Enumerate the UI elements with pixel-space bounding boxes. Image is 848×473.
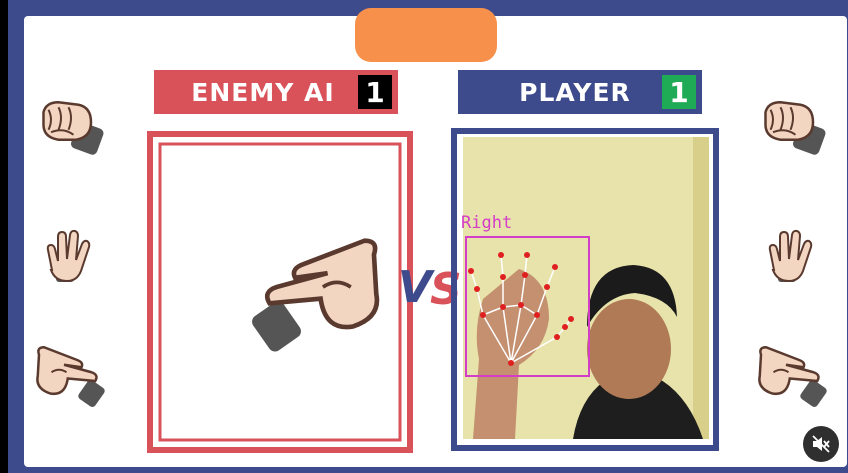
left-open-palm-icon [46, 229, 91, 283]
player-name: PLAYER [519, 77, 631, 107]
player-name-bar: PLAYER 1 [458, 70, 702, 114]
peace-sign-hand-icon [234, 236, 384, 352]
round-timer-pill [355, 8, 497, 62]
right-peace-sign-icon [758, 346, 830, 408]
webcam-feed [463, 137, 709, 439]
game-board [8, 0, 848, 473]
hand-label: Right [461, 213, 513, 233]
enemy-score: 1 [358, 75, 392, 109]
right-fist-icon [764, 101, 829, 158]
right-open-palm-icon [768, 229, 813, 283]
speaker-muted-icon [812, 435, 830, 453]
left-fist-icon [42, 101, 107, 158]
webcam-scene [463, 137, 709, 439]
player-score: 1 [662, 75, 696, 109]
enemy-name: ENEMY AI [191, 77, 335, 107]
left-peace-sign-icon [36, 346, 108, 408]
mute-button[interactable] [803, 426, 839, 462]
enemy-name-bar: ENEMY AI 1 [154, 70, 398, 114]
person-face [587, 299, 671, 399]
